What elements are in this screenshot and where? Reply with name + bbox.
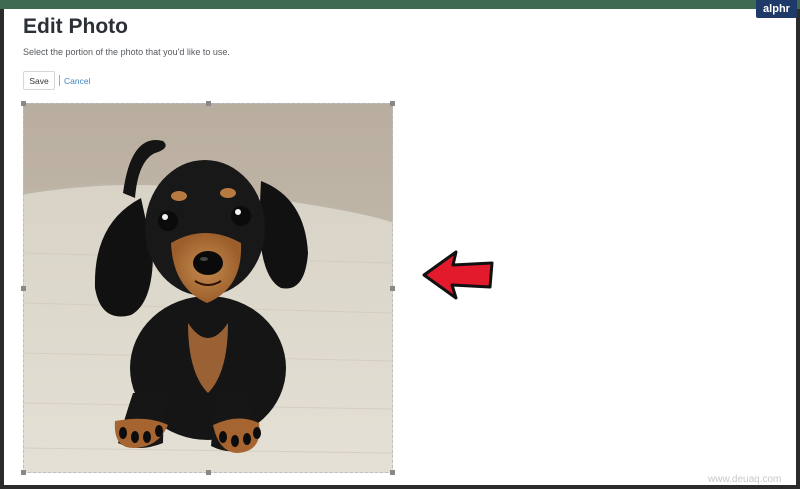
page-subtitle: Select the portion of the photo that you… — [23, 47, 230, 57]
crop-handle-bottom-left[interactable] — [21, 470, 26, 475]
crop-handle-top-left[interactable] — [21, 101, 26, 106]
divider — [59, 75, 60, 86]
top-bar — [0, 0, 800, 9]
save-button[interactable]: Save — [23, 71, 55, 90]
alphr-logo: alphr — [756, 0, 797, 18]
crop-frame[interactable] — [23, 103, 393, 473]
cancel-link[interactable]: Cancel — [64, 76, 90, 86]
crop-handle-bottom[interactable] — [206, 470, 211, 475]
window-frame: Edit Photo Select the portion of the pho… — [0, 0, 800, 489]
crop-handle-top-right[interactable] — [390, 101, 395, 106]
arrow-left-icon — [422, 250, 494, 300]
watermark: www.deuaq.com — [708, 474, 782, 485]
page-title: Edit Photo — [23, 15, 128, 38]
crop-area[interactable] — [21, 101, 395, 475]
crop-handle-top[interactable] — [206, 101, 211, 106]
crop-handle-left[interactable] — [21, 286, 26, 291]
edit-photo-page: Edit Photo Select the portion of the pho… — [4, 9, 796, 485]
action-bar: Save Cancel — [23, 71, 90, 90]
crop-handle-right[interactable] — [390, 286, 395, 291]
crop-handle-bottom-right[interactable] — [390, 470, 395, 475]
